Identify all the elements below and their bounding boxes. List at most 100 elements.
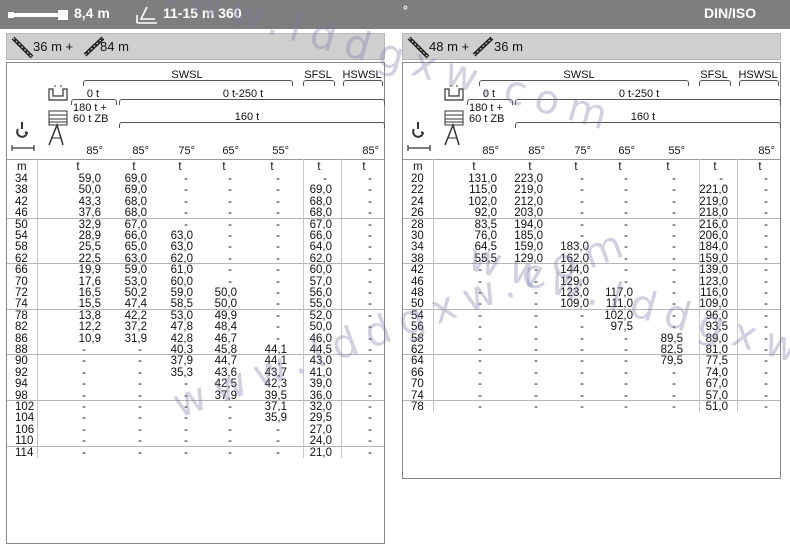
load-cell: 37,1 <box>264 401 287 413</box>
load-cell: - <box>672 366 676 379</box>
load-cell: 52,0 <box>309 309 332 322</box>
load-cell: 131,0 <box>468 173 497 185</box>
load-cell: - <box>580 309 584 322</box>
load-cell: 68,0 <box>309 195 332 208</box>
load-cell: - <box>534 332 538 345</box>
radius-cell: 78 <box>411 401 424 413</box>
table-row: 58 25,5 65,0 63,0 - - 64,0 - <box>7 241 384 253</box>
load-cell: 212,0 <box>514 195 543 208</box>
load-cell: 16,5 <box>78 287 101 299</box>
column-divider <box>433 159 434 413</box>
load-cell: - <box>764 321 768 334</box>
table-row: 38 50,0 69,0 - - - 69,0 - <box>7 184 384 196</box>
unit-cell: t <box>270 161 274 173</box>
load-cell: - <box>276 332 280 345</box>
load-cell: 37,2 <box>124 321 147 334</box>
load-cell: 10,9 <box>78 332 101 345</box>
load-cell: 93,5 <box>705 321 728 334</box>
radius-cell: 72 <box>15 287 28 299</box>
load-cell: - <box>672 230 676 242</box>
load-cell: 41,0 <box>309 366 332 379</box>
table-row: 86 10,9 31,9 42,8 46,7 - 46,0 - <box>7 333 384 345</box>
load-cell: - <box>276 264 280 277</box>
load-cell: - <box>184 412 188 425</box>
load-cell: - <box>184 218 188 231</box>
load-cell: - <box>580 321 584 334</box>
load-cell: - <box>368 401 372 413</box>
unit-cell: t <box>317 161 321 173</box>
load-cell: - <box>534 321 538 334</box>
right-angle-header: 85° <box>482 145 499 157</box>
left-config-b: 84 m <box>100 39 129 54</box>
load-cell: - <box>184 423 188 436</box>
table-row: 82 12,2 37,2 47,8 48,4 - 50,0 - <box>7 321 384 333</box>
load-cell: 60,0 <box>170 275 193 288</box>
load-cell: - <box>276 173 280 185</box>
load-cell: 64,5 <box>474 241 497 254</box>
radius-cell: 86 <box>15 332 28 345</box>
load-cell: 42,3 <box>264 378 287 391</box>
table-row: 64 - - - - 79,5 77,5 - <box>403 355 780 367</box>
standard-label: DIN/ISO <box>704 5 757 21</box>
load-cell: 53,0 <box>170 309 193 322</box>
right-panel: 48 m + 36 m SWSL SFSL HSWSL 0 t 0 t-250 … <box>402 33 781 479</box>
unit-cell: m <box>17 161 27 173</box>
load-cell: 35,9 <box>264 412 287 425</box>
load-cell: 42,8 <box>170 332 193 345</box>
units-row: mttttttt <box>7 161 384 173</box>
load-cell: 206,0 <box>699 230 728 242</box>
load-cell: 13,8 <box>78 309 101 322</box>
load-cell: - <box>624 264 628 277</box>
load-cell: - <box>672 321 676 334</box>
load-cell: 61,0 <box>170 264 193 277</box>
radius-cell: 54 <box>15 230 28 242</box>
load-cell: - <box>672 264 676 277</box>
radius-cell: 58 <box>15 241 28 254</box>
load-cell: - <box>624 332 628 345</box>
load-cell: 68,0 <box>124 195 147 208</box>
table-row: 42 43,3 68,0 - - - 68,0 - <box>7 196 384 208</box>
load-cell: 185,0 <box>514 230 543 242</box>
load-cell: - <box>478 378 482 391</box>
right-angle-header: 85° <box>758 145 775 157</box>
load-cell: - <box>368 378 372 391</box>
load-cell: 96,0 <box>705 309 728 322</box>
load-cell: 67,0 <box>309 218 332 231</box>
load-cell: 29,5 <box>309 412 332 425</box>
load-cell: - <box>276 195 280 208</box>
hook-icon <box>16 122 29 138</box>
radius-cell: 94 <box>15 378 28 391</box>
load-cell: - <box>624 173 628 185</box>
degree-mark: ° <box>403 3 408 17</box>
load-cell: - <box>228 173 232 185</box>
header-divider <box>7 159 384 160</box>
load-cell: - <box>764 275 768 288</box>
load-cell: - <box>672 241 676 254</box>
load-cell: - <box>276 309 280 322</box>
load-cell: 129,0 <box>560 275 589 288</box>
load-cell: - <box>368 275 372 288</box>
load-cell: - <box>580 218 584 231</box>
load-cell: - <box>368 309 372 322</box>
load-cell: 17,6 <box>78 275 101 288</box>
table-row: 28 83,5 194,0 - - - 216,0 - <box>403 219 780 231</box>
radius-cell: 42 <box>15 195 28 208</box>
load-cell: - <box>764 230 768 242</box>
radius-cell: 82 <box>15 321 28 334</box>
load-cell: - <box>138 446 142 459</box>
load-cell: 123,0 <box>560 287 589 299</box>
right-config-b: 36 m <box>494 39 523 54</box>
radius-cell: 102 <box>15 401 35 413</box>
load-cell: - <box>228 401 232 413</box>
radius-cell: 22 <box>411 184 424 197</box>
load-cell: - <box>138 423 142 436</box>
load-cell: 47,8 <box>170 321 193 334</box>
load-cell: - <box>368 366 372 379</box>
load-cell: - <box>276 423 280 436</box>
load-cell: 21,0 <box>309 446 332 459</box>
radius-cell: 104 <box>15 412 35 425</box>
load-cell: - <box>580 378 584 391</box>
boom-icon <box>8 10 68 20</box>
unit-cell: t <box>472 161 476 173</box>
load-cell: 89,0 <box>705 332 728 345</box>
